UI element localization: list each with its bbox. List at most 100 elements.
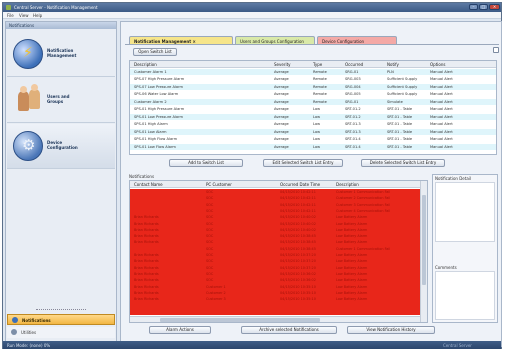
table-cell: SRG-005 [345,92,361,96]
table-row[interactable]: SPS-01 Low Pressure Alarm Average Low SRT-0… [130,114,496,120]
tab-notification-management[interactable]: Notification Management × [129,36,233,44]
nav-item-device-configuration[interactable]: Device Configuration [7,124,115,169]
nav-label: Device Configuration [47,140,78,150]
table-cell: Average [274,137,289,141]
notifications-table: Contact Name PC Customer Occurred Date T… [129,180,428,323]
menu-help[interactable]: Help [33,13,42,18]
delete-switch-list-button[interactable]: Delete Selected Switch List Entry [361,159,445,167]
nav-item-notification-management[interactable]: Notification Management [7,32,115,77]
table-cell: 04/15/2010 10:36:02 [280,271,316,276]
notification-row[interactable] [130,308,420,316]
panel-options-icon[interactable] [493,47,499,53]
table-cell: Remote [313,92,327,96]
table-row[interactable]: SPS-01 High Alarm Average Low SRT-01.3 SRT-0… [130,122,496,128]
table-cell: Low [313,144,321,149]
table-row[interactable]: SPS-07 Low Pressure Alarm Average Remote SR… [130,84,496,90]
table-cell: SOC [206,234,214,239]
table-cell: Sufficient Supply [387,77,418,81]
table-cell: Low Battery Alarm [336,297,368,302]
table-cell: 04/15/2010 10:42:11 [280,202,316,207]
table-cell: 04/15/2010 10:42:11 [280,196,316,201]
alarm-table: Description Severity Type Occurred Notif… [129,60,497,155]
add-to-switch-list-button[interactable]: Add to Switch List [169,159,243,167]
table-cell: Average [274,69,289,74]
table-cell: 04/15/2010 10:37:20 [280,253,316,257]
table-cell: Average [274,99,289,104]
table-cell: Brian Richards [134,259,159,264]
column-header: Description [134,62,157,67]
status-text: Run Mode: (none) 0% [7,343,51,348]
table-cell: SPS-07 High Pressure Alarm [134,77,185,81]
table-cell: Manual Alert [430,84,453,89]
table-cell: Low Battery Alarm [336,221,368,226]
table-cell: SOC [206,208,214,213]
table-row[interactable]: SPS-07 High Pressure Alarm Average Remote S… [130,77,496,83]
window-title: Central Server - Notification Management [14,5,98,10]
table-cell: SRT-01.3 [345,129,361,134]
splitter-grip[interactable] [36,309,86,311]
menu-file[interactable]: File [7,13,14,18]
table-cell: SPS-06 Water Low Alarm [134,92,179,96]
table-cell: Low Battery Alarm [336,271,368,276]
close-button[interactable]: × [489,4,500,10]
table-cell: SRT-01.2 [345,107,361,111]
table-row[interactable]: Customer Alarm 1 Average Remote SRG-01 PLN Ma… [130,69,496,75]
table-cell: Brian Richards [134,234,159,239]
table-cell: Average [274,92,289,96]
table-cell: Brian Richards [134,284,159,289]
notification-icon [13,39,43,69]
table-cell: Customer 3 Communication Fail [336,202,391,207]
table-cell: SRT-01.2 [345,114,361,119]
table-cell: SPS-07 Low Pressure Alarm [134,84,184,89]
comments-input[interactable] [435,271,495,320]
table-cell: Average [274,77,289,81]
table-cell: 04/15/2010 10:38:45 [280,240,316,245]
tab-users-groups-configuration[interactable]: Users and Groups Configuration [235,36,315,44]
nav-item-users-groups[interactable]: Users and Groups [7,78,115,123]
table-cell: Customer 1 Communication Fail [336,246,391,251]
table-row[interactable]: Customer Alarm 2 Average Remote SRG-01 Simul… [130,99,496,105]
tab-strip [125,44,499,45]
sidebar-notifications[interactable]: Notifications [7,314,115,325]
maximize-button[interactable]: □ [479,4,488,10]
table-cell: SPS-01 Low Flow Alarm [134,144,176,149]
table-row[interactable]: SPS-01 High Flow Alarm Average Low SRT-01.4… [130,137,496,143]
open-switch-list-button[interactable]: Open Switch List [133,48,177,56]
archive-notifications-button[interactable]: Archive selected Notifications [241,326,337,334]
table-cell: Remote [313,99,327,104]
table-cell: Brian Richards [134,221,159,226]
view-notification-history-button[interactable]: View Notification History [347,326,435,334]
table-cell: Low [313,114,321,119]
table-cell: SRT-01 - Table [387,107,413,111]
table-cell: Remote [313,69,327,74]
edit-switch-list-button[interactable]: Edit Selected Switch List Entry [263,159,343,167]
tab-device-configuration[interactable]: Device Configuration [317,36,397,44]
table-row[interactable]: SPS-01 High Pressure Alarm Average Low SRT-… [130,107,496,113]
table-row[interactable]: SPS-01 Low Alarm Average Low SRT-01.3 SRT-01… [130,129,496,135]
menu-view[interactable]: View [19,13,29,18]
table-cell: Customer 4 Communication Fail [336,208,391,213]
device-icon [13,131,43,161]
table-cell: 04/15/2010 10:42:11 [280,208,316,213]
vertical-scrollbar[interactable] [420,181,427,322]
table-cell: Brian Richards [134,215,159,220]
table-cell: SOC [206,278,214,283]
minimize-button[interactable]: – [469,4,478,10]
table-row[interactable]: SPS-01 Low Flow Alarm Average Low SRT-01.4 S… [130,144,496,150]
table-cell: Brian Richards [134,297,159,302]
table-cell: SOC [206,202,214,207]
table-cell: 04/15/2010 10:35:10 [280,290,316,295]
table-cell: SOC [206,190,214,194]
table-cell: Average [274,122,289,126]
table-cell: SPS-01 High Alarm [134,122,168,126]
table-cell: Manual Alert [430,129,453,134]
alarm-actions-button[interactable]: Alarm Actions [149,326,211,334]
sidebar-utilities[interactable]: Utilities [7,327,115,338]
table-cell: SOC [206,196,214,201]
table-cell: SPS-01 High Pressure Alarm [134,107,185,111]
table-row[interactable]: SPS-06 Water Low Alarm Average Remote SRG-0… [130,92,496,98]
table-cell: Simulate [387,99,403,104]
table-cell: Average [274,107,289,111]
table-cell: Brian Richards [134,265,159,270]
horizontal-scrollbar[interactable] [130,316,420,322]
